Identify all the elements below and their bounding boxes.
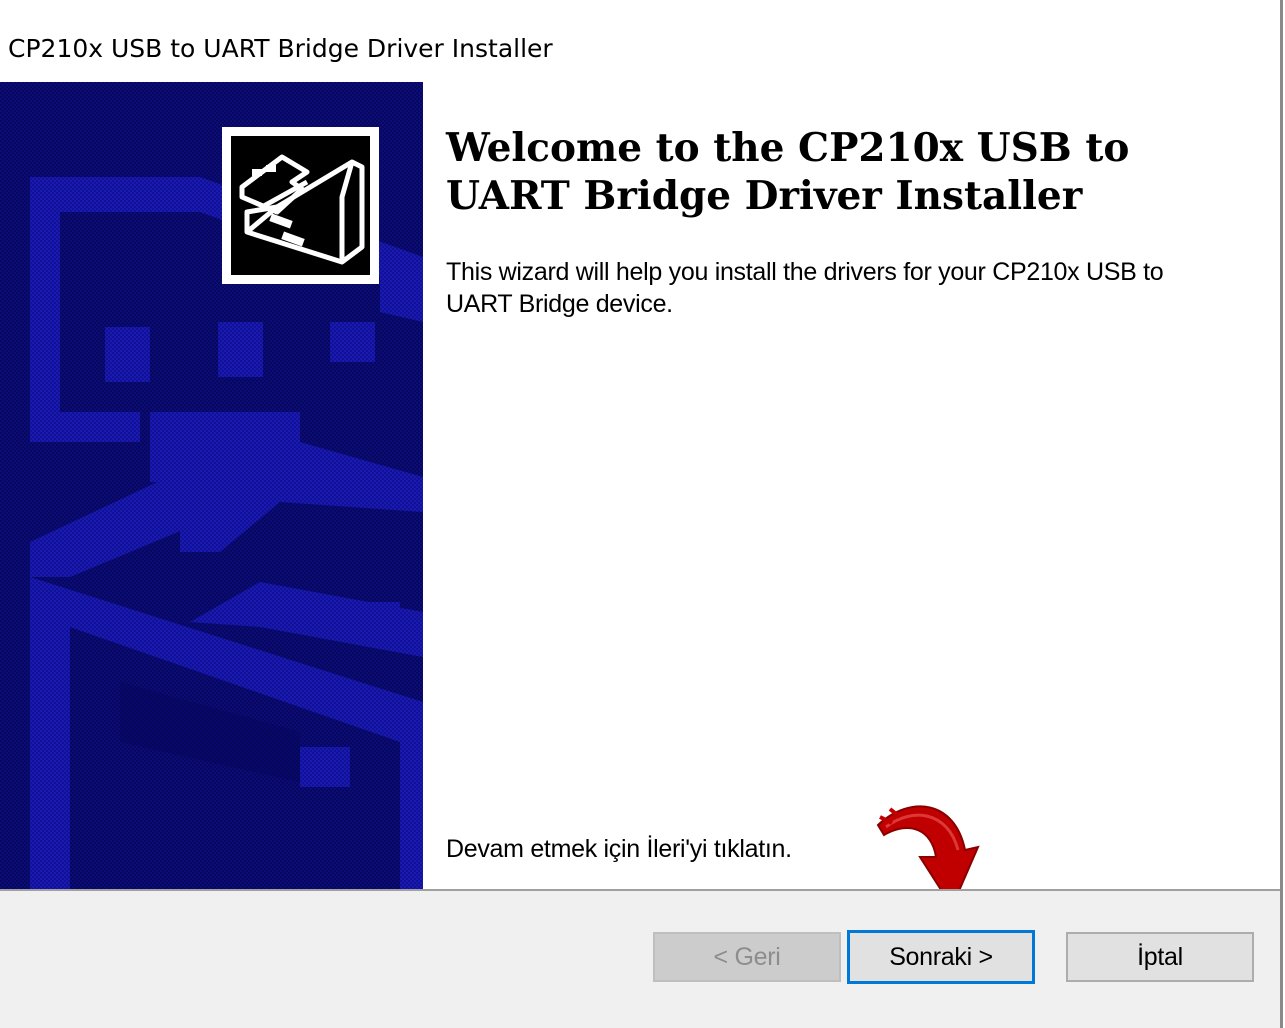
window-border [1280, 0, 1283, 1028]
cancel-button[interactable]: İptal [1066, 932, 1254, 982]
back-button[interactable]: < Geri [653, 932, 841, 982]
window-titlebar: CP210x USB to UART Bridge Driver Install… [0, 0, 1280, 82]
window-title: CP210x USB to UART Bridge Driver Install… [8, 34, 553, 63]
continue-hint: Devam etmek için İleri'yi tıklatın. [446, 835, 792, 863]
welcome-description: This wizard will help you install the dr… [446, 258, 1164, 318]
device-install-icon [222, 127, 379, 284]
next-button[interactable]: Sonraki > [847, 930, 1035, 984]
page-title: Welcome to the CP210x USB to UART Bridge… [446, 125, 1130, 219]
